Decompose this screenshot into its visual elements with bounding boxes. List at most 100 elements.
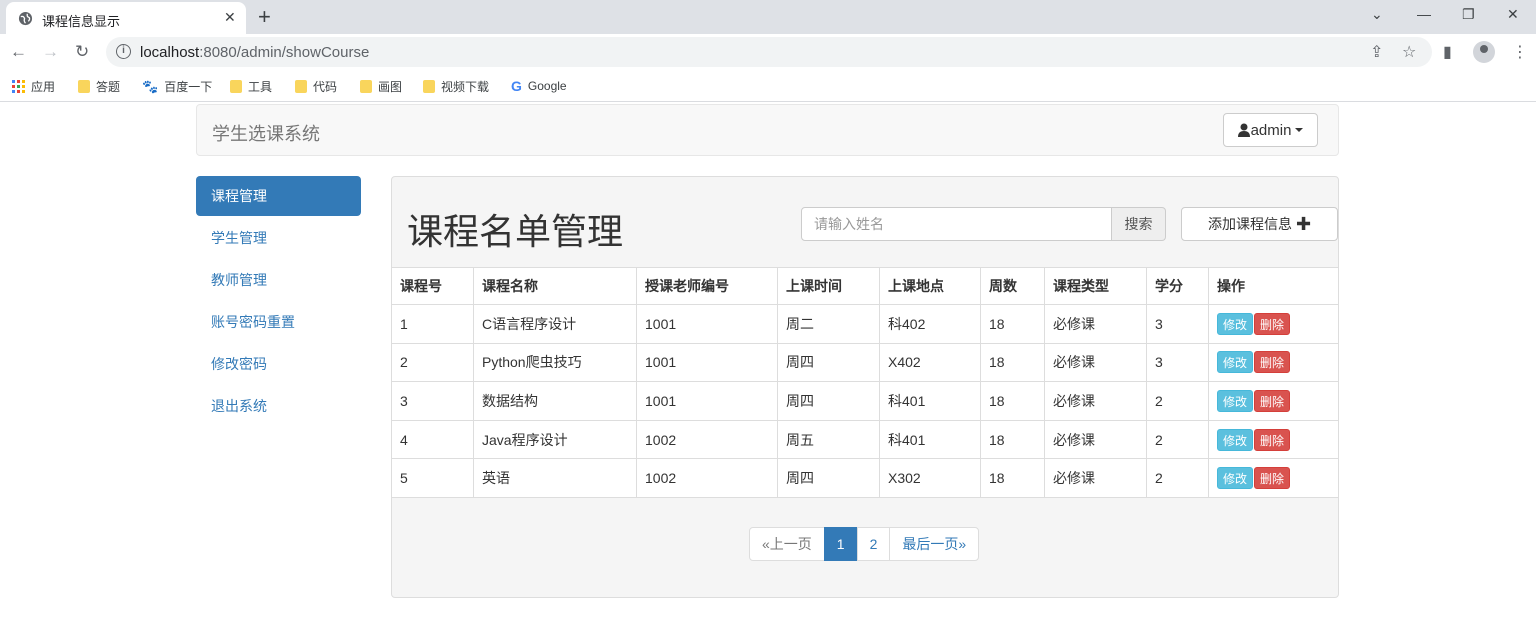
table-row: 5 英语 1002 周四 X302 18 必修课 2 修改 删除 <box>391 458 1339 498</box>
bookmark-folder[interactable]: 答题 <box>78 78 120 95</box>
apps-grid-icon <box>12 80 25 93</box>
profile-avatar[interactable] <box>1473 41 1495 63</box>
bookmark-folder[interactable]: 工具 <box>230 78 272 95</box>
minimize-icon[interactable]: — <box>1417 6 1431 22</box>
bookmark-folder[interactable]: 画图 <box>360 78 402 95</box>
table-cell: 周四 <box>777 381 880 421</box>
prev-page-link[interactable]: «上一页 <box>749 527 825 561</box>
user-dropdown-button[interactable]: admin <box>1223 113 1318 147</box>
sidebar-nav: 课程管理 学生管理 教师管理 账号密码重置 修改密码 退出系统 <box>196 176 361 428</box>
reload-icon[interactable]: ↻ <box>75 42 89 62</box>
brand-title[interactable]: 学生选课系统 <box>212 120 320 146</box>
col-header: 课程号 <box>391 267 474 305</box>
address-bar[interactable]: i localhost:8080/admin/showCourse ⇪ ☆ <box>106 37 1432 67</box>
delete-button[interactable]: 删除 <box>1254 312 1291 335</box>
table-cell: 1002 <box>636 419 778 460</box>
user-name: admin <box>1250 121 1292 139</box>
add-course-button[interactable]: 添加课程信息 ✚ <box>1181 207 1338 241</box>
delete-button[interactable]: 删除 <box>1254 389 1291 412</box>
course-table: 课程号 课程名称 授课老师编号 上课时间 上课地点 周数 课程类型 学分 操作 … <box>391 267 1339 498</box>
bookmark-google[interactable]: G Google <box>511 78 567 94</box>
folder-icon <box>423 80 435 93</box>
col-header: 授课老师编号 <box>636 267 778 305</box>
bookmark-baidu[interactable]: 🐾 百度一下 <box>142 78 212 95</box>
edit-button[interactable]: 修改 <box>1217 467 1254 490</box>
close-tab-icon[interactable]: ✕ <box>224 9 236 26</box>
bookmark-folder[interactable]: 视频下载 <box>423 78 489 95</box>
col-header: 周数 <box>980 267 1045 305</box>
delete-button[interactable]: 删除 <box>1254 351 1291 374</box>
table-cell: 3 <box>1146 304 1209 344</box>
table-cell: 5 <box>391 458 474 498</box>
bookmark-apps[interactable]: 应用 <box>12 78 55 95</box>
col-header: 操作 <box>1208 267 1339 305</box>
edit-button[interactable]: 修改 <box>1217 428 1254 451</box>
tab-search-icon[interactable]: ⌄ <box>1371 6 1383 23</box>
page-link-1[interactable]: 1 <box>823 527 858 561</box>
table-row: 1 C语言程序设计 1001 周二 科402 18 必修课 3 修改 删除 <box>391 304 1339 344</box>
plus-icon: ✚ <box>1295 214 1312 234</box>
folder-icon <box>230 80 242 93</box>
edit-button[interactable]: 修改 <box>1217 389 1254 412</box>
sidebar-item-change-password[interactable]: 修改密码 <box>196 344 361 384</box>
sidebar-item-logout[interactable]: 退出系统 <box>196 386 361 426</box>
table-cell: 必修课 <box>1044 419 1147 460</box>
tab-title: 课程信息显示 <box>42 14 121 29</box>
sidebar-item-course[interactable]: 课程管理 <box>196 176 361 216</box>
page-title: 课程名单管理 <box>407 211 624 252</box>
back-icon[interactable]: ← <box>10 42 27 62</box>
table-cell: 必修课 <box>1044 381 1147 421</box>
share-icon[interactable]: ⇪ <box>1370 42 1383 62</box>
delete-button[interactable]: 删除 <box>1254 467 1291 490</box>
forward-icon[interactable]: → <box>42 42 59 62</box>
table-cell: 3 <box>391 381 474 421</box>
table-header-row: 课程号 课程名称 授课老师编号 上课时间 上课地点 周数 课程类型 学分 操作 <box>391 267 1339 305</box>
sidebar-item-student[interactable]: 学生管理 <box>196 218 361 258</box>
search-input[interactable] <box>801 207 1112 241</box>
table-cell: 英语 <box>473 458 637 498</box>
baidu-paw-icon: 🐾 <box>142 78 159 94</box>
table-row: 4 Java程序设计 1002 周五 科401 18 必修课 2 修改 删除 <box>391 419 1339 460</box>
user-icon <box>1237 123 1250 137</box>
table-cell: 3 <box>1146 342 1209 383</box>
menu-icon[interactable]: ⋮ <box>1512 42 1528 62</box>
new-tab-icon[interactable]: + <box>258 4 271 30</box>
last-page-link[interactable]: 最后一页» <box>889 527 980 561</box>
pagination: «上一页 1 2 最后一页» <box>749 527 980 561</box>
google-icon: G <box>511 78 522 94</box>
actions-cell: 修改 删除 <box>1208 419 1339 460</box>
table-cell: 18 <box>980 381 1045 421</box>
bookmark-folder[interactable]: 代码 <box>295 78 337 95</box>
bookmark-star-icon[interactable]: ☆ <box>1402 42 1416 62</box>
maximize-icon[interactable]: ❐ <box>1462 6 1475 23</box>
table-cell: 2 <box>391 342 474 383</box>
table-cell: 科401 <box>879 381 981 421</box>
table-cell: 必修课 <box>1044 342 1147 383</box>
delete-button[interactable]: 删除 <box>1254 428 1291 451</box>
window-close-icon[interactable]: ✕ <box>1507 6 1519 23</box>
globe-icon <box>18 11 33 26</box>
col-header: 课程名称 <box>473 267 637 305</box>
actions-cell: 修改 删除 <box>1208 458 1339 498</box>
side-panel-icon[interactable]: ▮ <box>1443 42 1452 62</box>
browser-tab[interactable]: 课程信息显示 ✕ <box>6 2 246 34</box>
table-cell: 18 <box>980 342 1045 383</box>
table-cell: 必修课 <box>1044 458 1147 498</box>
sidebar-item-reset-password[interactable]: 账号密码重置 <box>196 302 361 342</box>
table-cell: X302 <box>879 458 981 498</box>
table-cell: 18 <box>980 458 1045 498</box>
table-cell: X402 <box>879 342 981 383</box>
page-link-2[interactable]: 2 <box>856 527 891 561</box>
sidebar-item-teacher[interactable]: 教师管理 <box>196 260 361 300</box>
actions-cell: 修改 删除 <box>1208 304 1339 344</box>
edit-button[interactable]: 修改 <box>1217 351 1254 374</box>
table-cell: 1001 <box>636 304 778 344</box>
top-navbar: 学生选课系统 admin <box>196 104 1339 156</box>
table-cell: 科402 <box>879 304 981 344</box>
caret-down-icon <box>1295 128 1304 132</box>
table-cell: 必修课 <box>1044 304 1147 344</box>
edit-button[interactable]: 修改 <box>1217 312 1254 335</box>
site-info-icon[interactable]: i <box>116 44 131 59</box>
col-header: 课程类型 <box>1044 267 1147 305</box>
search-button[interactable]: 搜索 <box>1112 207 1166 241</box>
